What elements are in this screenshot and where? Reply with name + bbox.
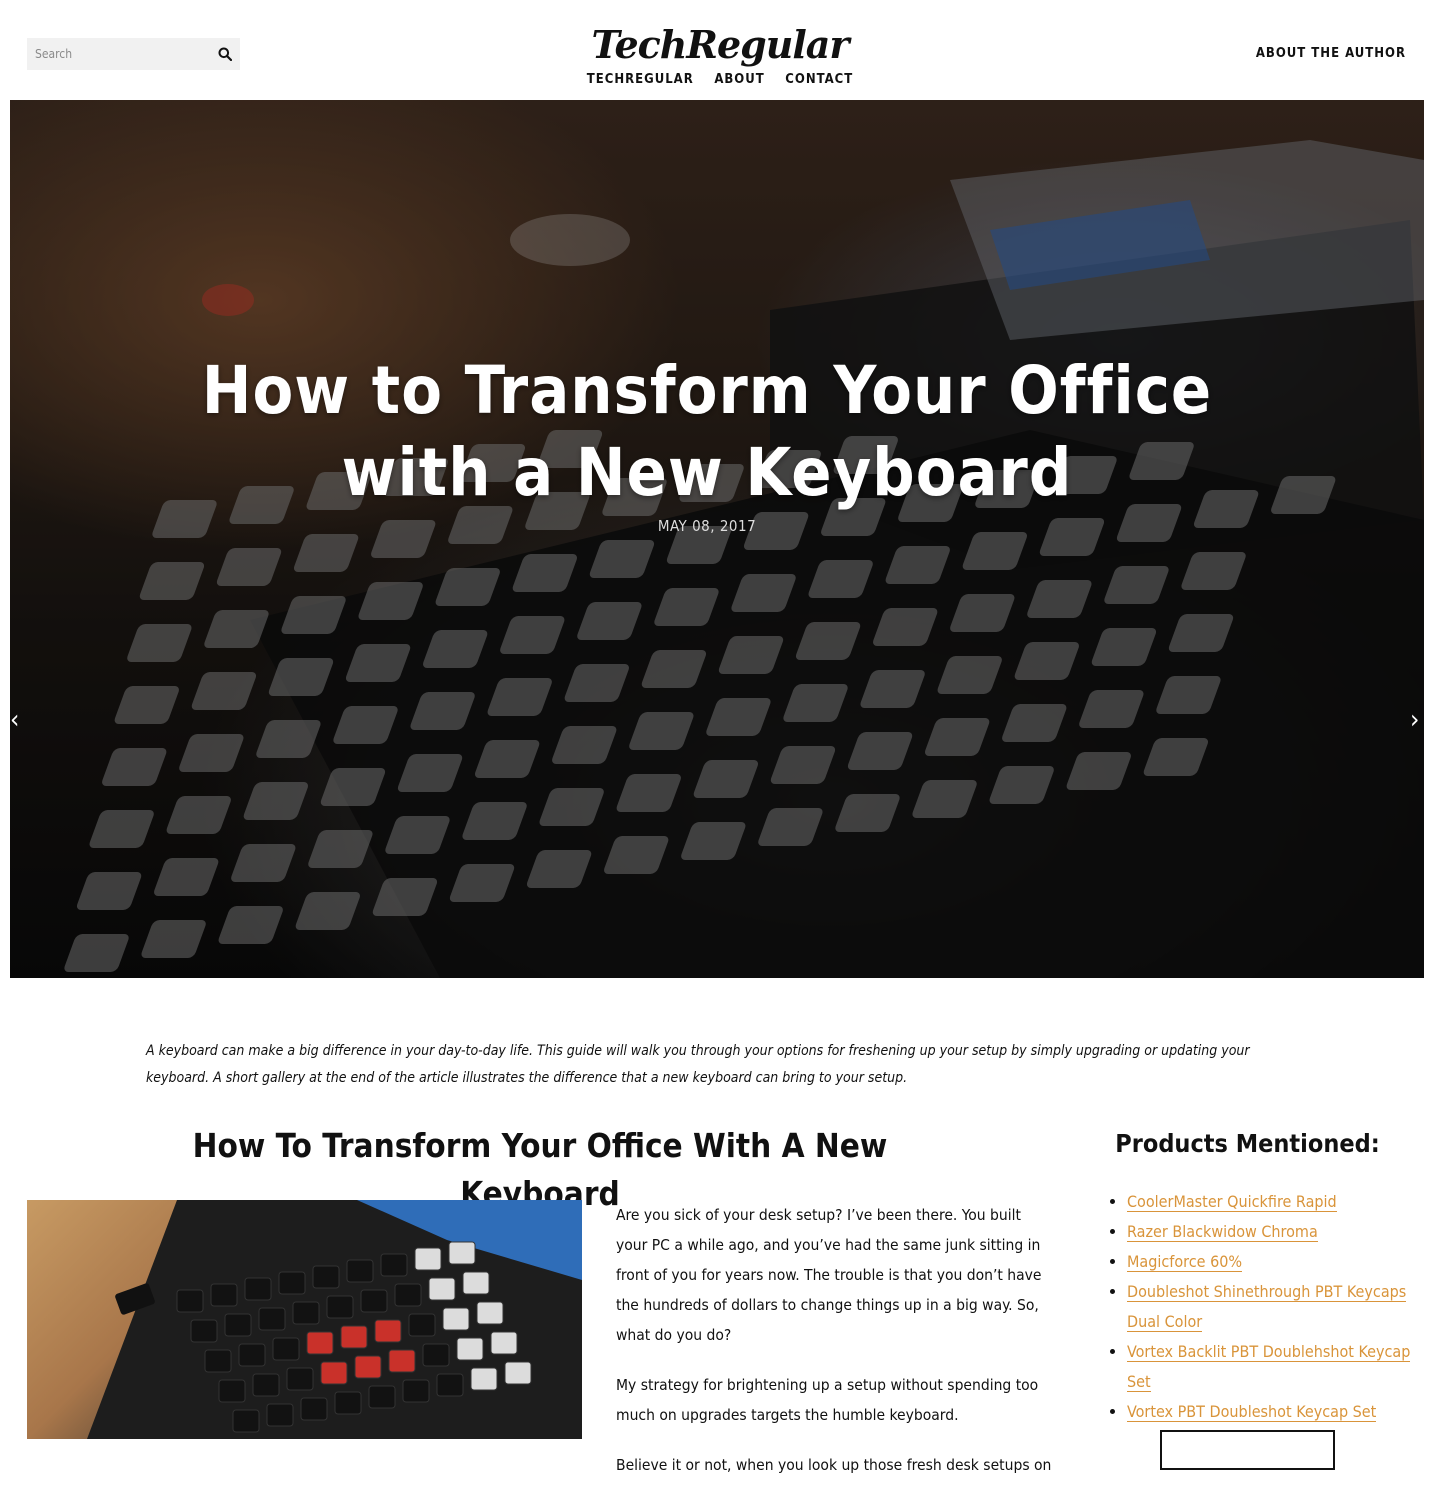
photo-keycap (448, 1241, 476, 1265)
article-paragraph: Believe it or not, when you look up thos… (616, 1456, 1052, 1474)
hero-date: MAY 08, 2017 (657, 517, 757, 535)
photo-keycap (380, 1253, 408, 1277)
product-item: Razer Blackwidow Chroma (1127, 1217, 1437, 1247)
photo-keycap (244, 1277, 272, 1301)
photo-keycap (312, 1265, 340, 1289)
products-heading: Products Mentioned: (1115, 1129, 1380, 1158)
hero-title: How to Transform Your Office with a New … (201, 352, 1213, 511)
nav-item-about[interactable]: ABOUT (714, 72, 764, 87)
photo-keycap (320, 1361, 348, 1385)
products-list: CoolerMaster Quickfire Rapid Razer Black… (1108, 1187, 1437, 1427)
search-box[interactable] (27, 38, 240, 70)
photo-keycap (252, 1373, 280, 1397)
hero-overlay (10, 100, 1424, 978)
photo-keycap (340, 1325, 368, 1349)
hero-slider (10, 100, 1424, 978)
article-intro: A keyboard can make a big difference in … (146, 1043, 1250, 1086)
photo-keycap (360, 1289, 388, 1313)
nav-item-contact[interactable]: CONTACT (785, 72, 853, 87)
article-paragraph: My strategy for brightening up a setup w… (616, 1376, 1039, 1424)
photo-keycap (462, 1271, 490, 1295)
nav-item-techregular[interactable]: TECHREGULAR (587, 72, 694, 87)
photo-keycap (470, 1367, 498, 1391)
product-link[interactable]: Vortex PBT Doubleshot Keycap Set (1127, 1402, 1377, 1422)
photo-keycap (368, 1385, 396, 1409)
photo-keycap (354, 1355, 382, 1379)
search-input[interactable] (27, 38, 207, 70)
photo-keycap (414, 1247, 442, 1271)
photo-keycap (408, 1313, 436, 1337)
photo-keycap (278, 1271, 306, 1295)
article-keyboard-image (27, 1200, 582, 1439)
product-link[interactable]: Razer Blackwidow Chroma (1127, 1222, 1318, 1242)
photo-keycap (190, 1319, 218, 1343)
about-the-author-link[interactable]: ABOUT THE AUTHOR (1256, 46, 1406, 61)
photo-keycap (346, 1259, 374, 1283)
photo-keycap (176, 1289, 204, 1313)
photo-keycap (334, 1391, 362, 1415)
keyboard-photo (87, 1200, 582, 1439)
article-paragraph: Are you sick of your desk setup? I’ve be… (616, 1206, 1042, 1344)
sidebar-button[interactable] (1160, 1430, 1335, 1470)
chevron-left-icon[interactable]: ‹ (10, 705, 19, 735)
photo-keycap (238, 1343, 266, 1367)
photo-keycap (218, 1379, 246, 1403)
photo-keycap (326, 1295, 354, 1319)
photo-keycap (456, 1337, 484, 1361)
product-item: Doubleshot Shinethrough PBT Keycaps Dual… (1127, 1277, 1437, 1337)
site-logo[interactable]: TechRegular (520, 22, 920, 68)
main-nav: TECHREGULAR ABOUT CONTACT (520, 68, 920, 87)
search-icon[interactable] (218, 47, 232, 61)
photo-keycap (442, 1307, 470, 1331)
product-link[interactable]: CoolerMaster Quickfire Rapid (1127, 1192, 1337, 1212)
photo-keycap (232, 1409, 260, 1433)
product-item: Vortex Backlit PBT Doublehshot Keycap Se… (1127, 1337, 1437, 1397)
photo-keycap (258, 1307, 286, 1331)
photo-keycap (504, 1361, 532, 1385)
photo-keycap (300, 1397, 328, 1421)
photo-keycap (428, 1277, 456, 1301)
product-link[interactable]: Doubleshot Shinethrough PBT Keycaps Dual… (1127, 1282, 1407, 1332)
photo-keycap (436, 1373, 464, 1397)
photo-keycap (476, 1301, 504, 1325)
product-link[interactable]: Magicforce 60% (1127, 1252, 1243, 1272)
photo-keycap (374, 1319, 402, 1343)
photo-keycap (422, 1343, 450, 1367)
photo-keycap (402, 1379, 430, 1403)
product-item: Vortex PBT Doubleshot Keycap Set (1127, 1397, 1437, 1427)
product-item: CoolerMaster Quickfire Rapid (1127, 1187, 1437, 1217)
photo-keycap (204, 1349, 232, 1373)
photo-keycap (266, 1403, 294, 1427)
photo-keycap (272, 1337, 300, 1361)
chevron-right-icon[interactable]: › (1410, 705, 1419, 735)
photo-keycap (394, 1283, 422, 1307)
photo-keycap (286, 1367, 314, 1391)
product-item: Magicforce 60% (1127, 1247, 1437, 1277)
photo-keycap (224, 1313, 252, 1337)
photo-keycap (490, 1331, 518, 1355)
photo-keycap (292, 1301, 320, 1325)
photo-keycap (210, 1283, 238, 1307)
photo-keycap (306, 1331, 334, 1355)
photo-keycap (388, 1349, 416, 1373)
product-link[interactable]: Vortex Backlit PBT Doublehshot Keycap Se… (1127, 1342, 1411, 1392)
article-body: Are you sick of your desk setup? I’ve be… (616, 1200, 1056, 1500)
